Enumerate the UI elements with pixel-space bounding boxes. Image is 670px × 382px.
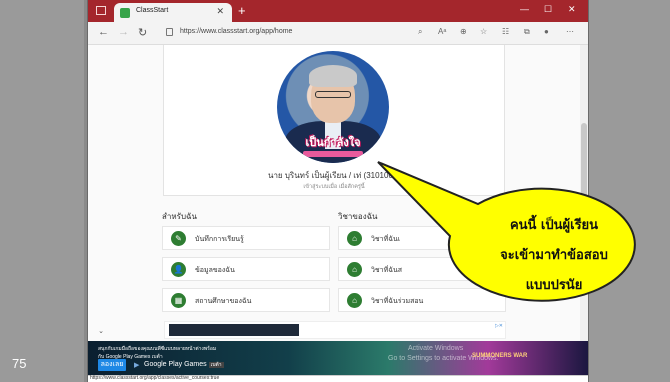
beta-badge: เบต้า bbox=[208, 362, 224, 368]
google-play-banner[interactable]: สนุกกับเกมมือถือของคุณบนพีซีแบบหลายหน้าต… bbox=[88, 341, 588, 375]
scrollbar[interactable] bbox=[580, 45, 588, 371]
menu-item-my-info[interactable]: 👤 ข้อมูลของฉัน bbox=[162, 257, 330, 281]
read-aloud-icon[interactable]: Aᵃ bbox=[438, 27, 446, 36]
favicon-icon bbox=[120, 8, 130, 18]
menu-item-my-school[interactable]: ▦ สถานศึกษาของฉัน bbox=[162, 288, 330, 312]
slide-number: 75 bbox=[12, 356, 27, 371]
avatar-glasses bbox=[315, 91, 351, 98]
menu-label: วิชาที่ฉันเ bbox=[371, 236, 401, 243]
address-bar[interactable]: https://www.classstart.org/app/home bbox=[180, 28, 292, 35]
avatar: เป็นกำลังใจ bbox=[277, 51, 389, 163]
menu-label: วิชาที่ฉันร่วมสอน bbox=[371, 298, 424, 305]
menu-item-learning-log[interactable]: ✎ บันทึกการเรียนรู้ bbox=[162, 226, 330, 250]
window-menu-icon[interactable] bbox=[96, 6, 106, 15]
profile-icon[interactable]: ● bbox=[544, 27, 549, 36]
menu-label: สถานศึกษาของฉัน bbox=[195, 298, 252, 305]
menu-label: บันทึกการเรียนรู้ bbox=[195, 236, 244, 243]
back-icon[interactable]: ← bbox=[98, 26, 109, 38]
ad-choices-icon[interactable]: ▷✕ bbox=[495, 323, 503, 329]
tab-title: ClassStart bbox=[136, 7, 169, 14]
chevron-down-icon[interactable]: ⌄ bbox=[94, 327, 108, 337]
profile-card: เป็นกำลังใจ นาย บุรินทร์ เป็นผู้เรียน / … bbox=[163, 45, 505, 196]
more-menu-icon[interactable]: ⋯ bbox=[566, 27, 574, 36]
slide-left-margin bbox=[0, 0, 84, 382]
game-logo: SUMMONERS WAR bbox=[472, 353, 528, 359]
close-window-icon[interactable]: ✕ bbox=[568, 4, 576, 15]
menu-label: ข้อมูลของฉัน bbox=[195, 267, 235, 274]
home-icon: ⌂ bbox=[347, 231, 362, 246]
collections-icon[interactable]: ☷ bbox=[502, 27, 509, 36]
new-tab-icon[interactable]: + bbox=[238, 3, 246, 18]
user-name: นาย บุรินทร์ เป็นผู้เรียน / เท่ (3101001… bbox=[267, 171, 401, 180]
ad-thumbnail bbox=[169, 324, 299, 336]
home-icon: ⌂ bbox=[347, 262, 362, 277]
user-icon: 👤 bbox=[171, 262, 186, 277]
zoom-icon[interactable]: ⊕ bbox=[460, 27, 467, 36]
try-now-button[interactable]: ลองเลย bbox=[98, 359, 126, 371]
status-bar: https://www.classstart.org/app/classes/a… bbox=[88, 375, 588, 382]
maximize-icon[interactable]: ☐ bbox=[544, 4, 552, 15]
notebook-icon: ✎ bbox=[171, 231, 186, 246]
ad-slot[interactable]: ▷✕ bbox=[164, 321, 506, 339]
google-play-label: Google Play Games เบต้า bbox=[144, 361, 224, 368]
section-title-for-me: สำหรับฉัน bbox=[162, 212, 197, 221]
page-content: เป็นกำลังใจ นาย บุรินทร์ เป็นผู้เรียน / … bbox=[88, 45, 588, 341]
callout-line2: จะเข้ามาทำข้อสอบ bbox=[500, 248, 608, 263]
forward-icon[interactable]: → bbox=[118, 26, 129, 38]
search-icon[interactable]: ⌕ bbox=[418, 27, 422, 37]
activate-windows-watermark: Activate Windows bbox=[408, 345, 464, 352]
browser-toolbar: ← → ↻ https://www.classstart.org/app/hom… bbox=[88, 22, 588, 45]
browser-window: ClassStart ✕ + — ☐ ✕ ← → ↻ https://www.c… bbox=[88, 0, 588, 382]
extensions-icon[interactable]: ⧉ bbox=[524, 27, 530, 37]
callout-line1: คนนี้ เป็นผู้เรียน bbox=[509, 218, 599, 233]
tab-close-icon[interactable]: ✕ bbox=[216, 6, 224, 17]
banner-text-line1: สนุกกับเกมมือถือของคุณบนพีซีแบบหลายหน้าต… bbox=[98, 346, 217, 352]
reload-icon[interactable]: ↻ bbox=[138, 26, 147, 39]
avatar-banner: เป็นกำลังใจ bbox=[305, 137, 361, 149]
avatar-subbanner bbox=[303, 151, 363, 157]
google-play-icon: ▶ bbox=[134, 362, 140, 369]
user-subtitle: เข้าสู่ระบบเมื่อ เมื่อสักครู่นี้ bbox=[303, 184, 365, 190]
school-icon: ▦ bbox=[171, 293, 186, 308]
section-title-my-courses: วิชาของฉัน bbox=[338, 212, 378, 221]
home-icon: ⌂ bbox=[347, 293, 362, 308]
browser-tab[interactable]: ClassStart ✕ bbox=[114, 3, 232, 22]
callout-line3: แบบปรนัย bbox=[525, 278, 583, 293]
avatar-hair bbox=[309, 65, 357, 87]
title-bar: ClassStart ✕ + — ☐ ✕ bbox=[88, 0, 588, 22]
scroll-thumb[interactable] bbox=[581, 123, 587, 203]
menu-label: วิชาที่ฉันส bbox=[371, 267, 403, 274]
status-url: https://www.classstart.org/app/classes/a… bbox=[90, 375, 220, 381]
slide-right-margin bbox=[588, 0, 670, 382]
minimize-icon[interactable]: — bbox=[520, 4, 529, 14]
lock-icon[interactable] bbox=[166, 28, 173, 36]
favorite-icon[interactable]: ☆ bbox=[480, 27, 487, 36]
